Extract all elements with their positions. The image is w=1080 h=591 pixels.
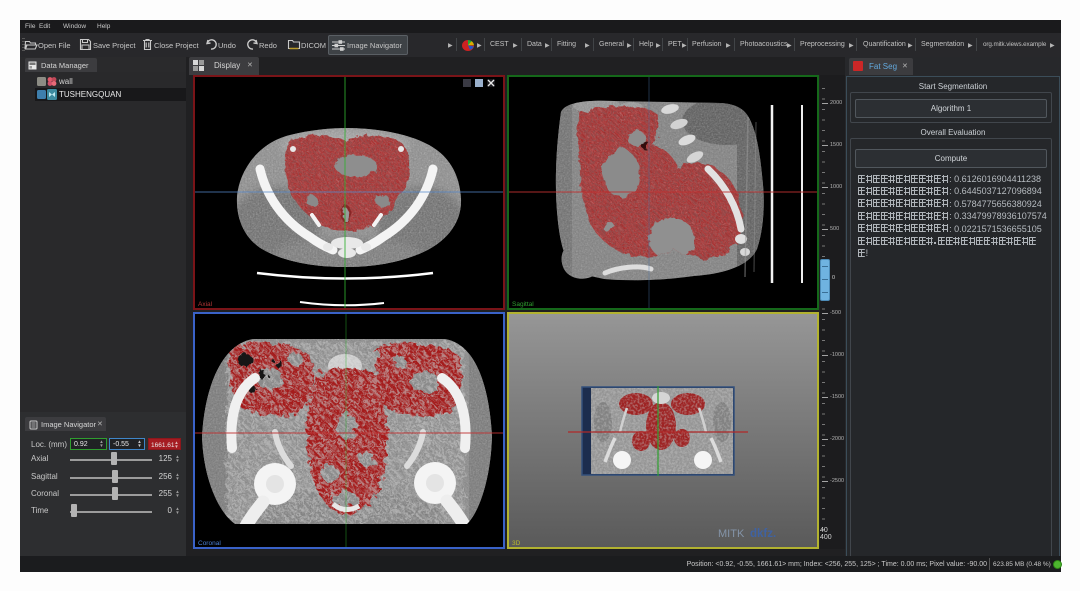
svg-text:3D: 3D	[512, 540, 521, 547]
svg-text:MITK: MITK	[718, 528, 745, 540]
svg-text:Coronal: Coronal	[198, 540, 221, 547]
svg-text:dkfz.: dkfz.	[750, 528, 776, 540]
svg-text:Axial: Axial	[198, 301, 213, 308]
svg-text:Sagittal: Sagittal	[512, 301, 534, 308]
